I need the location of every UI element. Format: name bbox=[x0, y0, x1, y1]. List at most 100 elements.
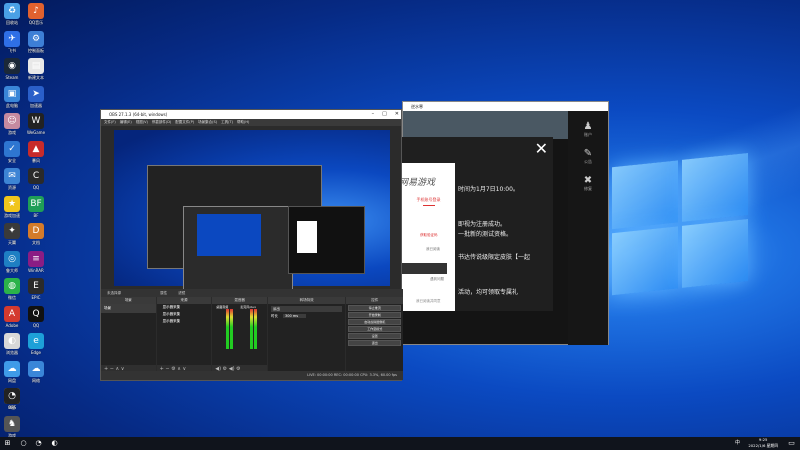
obs-taskbar-icon[interactable]: ◔ bbox=[34, 439, 43, 448]
desktop-icon-label: Edge bbox=[30, 350, 42, 355]
language-indicator[interactable]: 中 bbox=[733, 439, 742, 448]
source-item[interactable]: 显示器采集 bbox=[157, 311, 212, 318]
sidebar-item-repair[interactable]: ✖ 修复 bbox=[568, 175, 608, 192]
obs-window[interactable]: OBS 27.1.3 (64-bit, windows) – □ ✕ 文件(F) 编辑… bbox=[100, 109, 404, 381]
obs-menu-item[interactable]: 停靠部件(D) bbox=[152, 119, 171, 126]
login-dialog: 网易游戏 手机账号登录 获取验证码 我已阅读 遇到问题 我已阅读并同意 bbox=[399, 163, 455, 311]
obs-preview[interactable] bbox=[114, 130, 390, 293]
stop-stream-button[interactable]: 停止推流 bbox=[348, 305, 402, 311]
sidebar-item-account[interactable]: ♟ 账户 bbox=[568, 121, 608, 138]
desktop-icon[interactable]: ♞ 游戏 bbox=[0, 415, 34, 437]
volume-meter bbox=[230, 309, 234, 349]
desktop-icon[interactable]: e Edge bbox=[14, 332, 58, 362]
taskbar: ⊞ ○ ◔ ◐ 中 9:25 2022/1/6 星期四 ▭ bbox=[0, 437, 800, 450]
obs-menubar: 文件(F) 编辑(E) 视图(V) 停靠部件(D) 配置文件(P) 场景集合(S) 工具(T… bbox=[101, 119, 401, 126]
start-icon[interactable]: ⊞ bbox=[3, 439, 12, 448]
taskbar-clock[interactable]: 9:25 2022/1/6 星期四 bbox=[748, 437, 778, 449]
duration-input[interactable]: 300 ms bbox=[283, 314, 307, 318]
properties-button[interactable]: 属性 bbox=[160, 291, 167, 295]
game-banner bbox=[403, 111, 568, 139]
game-titlebar[interactable]: 逆水寒 bbox=[403, 102, 608, 111]
volume-meter bbox=[254, 309, 258, 349]
obs-menu-item[interactable]: 编辑(E) bbox=[120, 119, 132, 126]
sidebar-label-repair: 修复 bbox=[584, 186, 592, 191]
obs-menu-item[interactable]: 文件(F) bbox=[104, 119, 116, 126]
exit-button[interactable]: 退出 bbox=[348, 340, 402, 346]
obs-statusbar: LIVE: 00:00:00 REC: 00:00:00 CPU: 3.3%, … bbox=[101, 371, 403, 380]
settings-button[interactable]: 设置 bbox=[348, 333, 402, 339]
tab-phone-login[interactable]: 手机账号登录 bbox=[402, 197, 455, 203]
desktop-icon[interactable]: ▲ 暴风 bbox=[14, 140, 58, 170]
get-code-link[interactable]: 获取验证码 bbox=[420, 233, 438, 238]
virtual-camera-button[interactable]: 启动虚拟摄像机 bbox=[348, 319, 402, 325]
bf-app-icon: BF bbox=[28, 195, 44, 212]
nested-game bbox=[288, 206, 365, 274]
obs-icon: ◔ bbox=[4, 388, 20, 404]
help-link[interactable]: 遇到问题 bbox=[430, 277, 444, 282]
netease-logo: 网易游戏 bbox=[399, 178, 436, 188]
studio-mode-button[interactable]: 工作室模式 bbox=[348, 326, 402, 332]
desktop-icon[interactable]: ➤ 加速器 bbox=[14, 85, 58, 115]
obs-menu-item[interactable]: 场景集合(S) bbox=[198, 119, 217, 126]
scene-item[interactable]: 场景 bbox=[101, 304, 156, 313]
desktop-icon-label: EPIC bbox=[31, 295, 41, 300]
desktop-icon-label: WeGame bbox=[26, 130, 46, 135]
notice-line: 一批新的测试资格。 bbox=[458, 231, 513, 238]
desktop-icon[interactable]: ≡ WinRAR bbox=[14, 250, 58, 280]
notification-icon[interactable]: ▭ bbox=[787, 439, 796, 448]
desktop-icon[interactable]: Q QQ bbox=[14, 305, 58, 335]
sources-dock: 来源 显示器采集 显示器采集 显示器采集 + − ⚙ ∧ ∨ bbox=[156, 297, 212, 373]
desktop-icon-label: 加速器 bbox=[30, 102, 42, 108]
obs-menu-item[interactable]: 工具(T) bbox=[221, 119, 233, 126]
desktop-icon-label: BF bbox=[33, 212, 39, 218]
start-recording-button[interactable]: 开始录制 bbox=[348, 312, 402, 318]
desktop: ♻ 回收站 ♪ QQ音乐 ✈ 飞书 ⚙ 控制面板 ◉ Steam ▤ 新建文本 ▣ 此电脑 ➤ 加速器 ☺ 游戏 W… bbox=[0, 0, 800, 437]
close-icon[interactable]: ✕ bbox=[535, 141, 548, 157]
obs-titlebar[interactable]: OBS 27.1.3 (64-bit, windows) – □ ✕ bbox=[101, 110, 401, 119]
desktop-icon-label: 网络 bbox=[32, 377, 40, 383]
desktop-icon[interactable]: ☁ 网络 bbox=[14, 360, 58, 390]
desktop-icon[interactable]: C QQ bbox=[14, 167, 58, 197]
desktop-icon[interactable]: ⚙ 控制面板 bbox=[14, 30, 58, 60]
mixer-title: 混音器 bbox=[212, 297, 267, 304]
notice-line: 时间为1月7日10:00。 bbox=[458, 186, 519, 193]
browser-taskbar-icon[interactable]: ◐ bbox=[50, 439, 59, 448]
notice-line: 活动，均可领取专属礼 bbox=[458, 289, 519, 296]
transitions-dock: 转场特效 淡出 时长 300 ms bbox=[267, 297, 346, 373]
desktop-icon[interactable]: ◔ OBS bbox=[0, 387, 34, 417]
nested-obs bbox=[183, 206, 293, 293]
source-item[interactable]: 显示器采集 bbox=[157, 304, 212, 311]
cloud-app-icon: C bbox=[28, 168, 44, 184]
transition-select[interactable]: 淡出 bbox=[270, 306, 343, 312]
obs-menu-item[interactable]: 帮助(H) bbox=[237, 119, 249, 126]
desktop-icon-label: QQ音乐 bbox=[28, 20, 44, 25]
transitions-title: 转场特效 bbox=[267, 297, 346, 304]
desktop-icon[interactable]: E EPIC bbox=[14, 277, 58, 307]
desktop-icon[interactable]: ▤ 新建文本 bbox=[14, 57, 58, 87]
volume-meter bbox=[226, 309, 230, 349]
minimize-icon[interactable]: – bbox=[372, 110, 375, 119]
desktop-icon-label: 控制面板 bbox=[28, 47, 44, 53]
close-window-icon[interactable]: ✕ bbox=[395, 110, 399, 119]
sidebar-item-notice[interactable]: ✎ 公告 bbox=[568, 148, 608, 165]
login-button[interactable] bbox=[402, 263, 447, 274]
mixer-dock: 混音器 桌面音频 麦克风/Aux ◀) ⚙ ◀) ⚙ bbox=[212, 297, 267, 373]
desktop-icon[interactable]: D 文档 bbox=[14, 222, 58, 252]
maximize-icon[interactable]: □ bbox=[382, 110, 387, 119]
source-toolbar: 未选择源 属性 滤镜 bbox=[101, 289, 403, 297]
obs-menu-item[interactable]: 视图(V) bbox=[136, 119, 148, 126]
obs-menu-item[interactable]: 配置文件(P) bbox=[175, 119, 194, 126]
desktop-icon[interactable]: BF BF bbox=[14, 195, 58, 225]
desktop-icon-label: 文档 bbox=[32, 240, 40, 245]
desktop-icon-label: OBS bbox=[7, 405, 17, 410]
agree-label[interactable]: 我已阅读 bbox=[426, 247, 440, 252]
search-icon[interactable]: ○ bbox=[19, 439, 28, 448]
user-icon: ♟ bbox=[583, 121, 593, 132]
nested-preview bbox=[197, 214, 261, 256]
desktop-icon-label: QQ bbox=[32, 185, 40, 190]
source-item[interactable]: 显示器采集 bbox=[157, 318, 212, 325]
network-icon: ☁ bbox=[28, 360, 44, 377]
desktop-icon[interactable]: ♪ QQ音乐 bbox=[14, 2, 58, 32]
desktop-icon[interactable]: W WeGame bbox=[14, 112, 58, 142]
filters-button[interactable]: 滤镜 bbox=[178, 291, 185, 295]
